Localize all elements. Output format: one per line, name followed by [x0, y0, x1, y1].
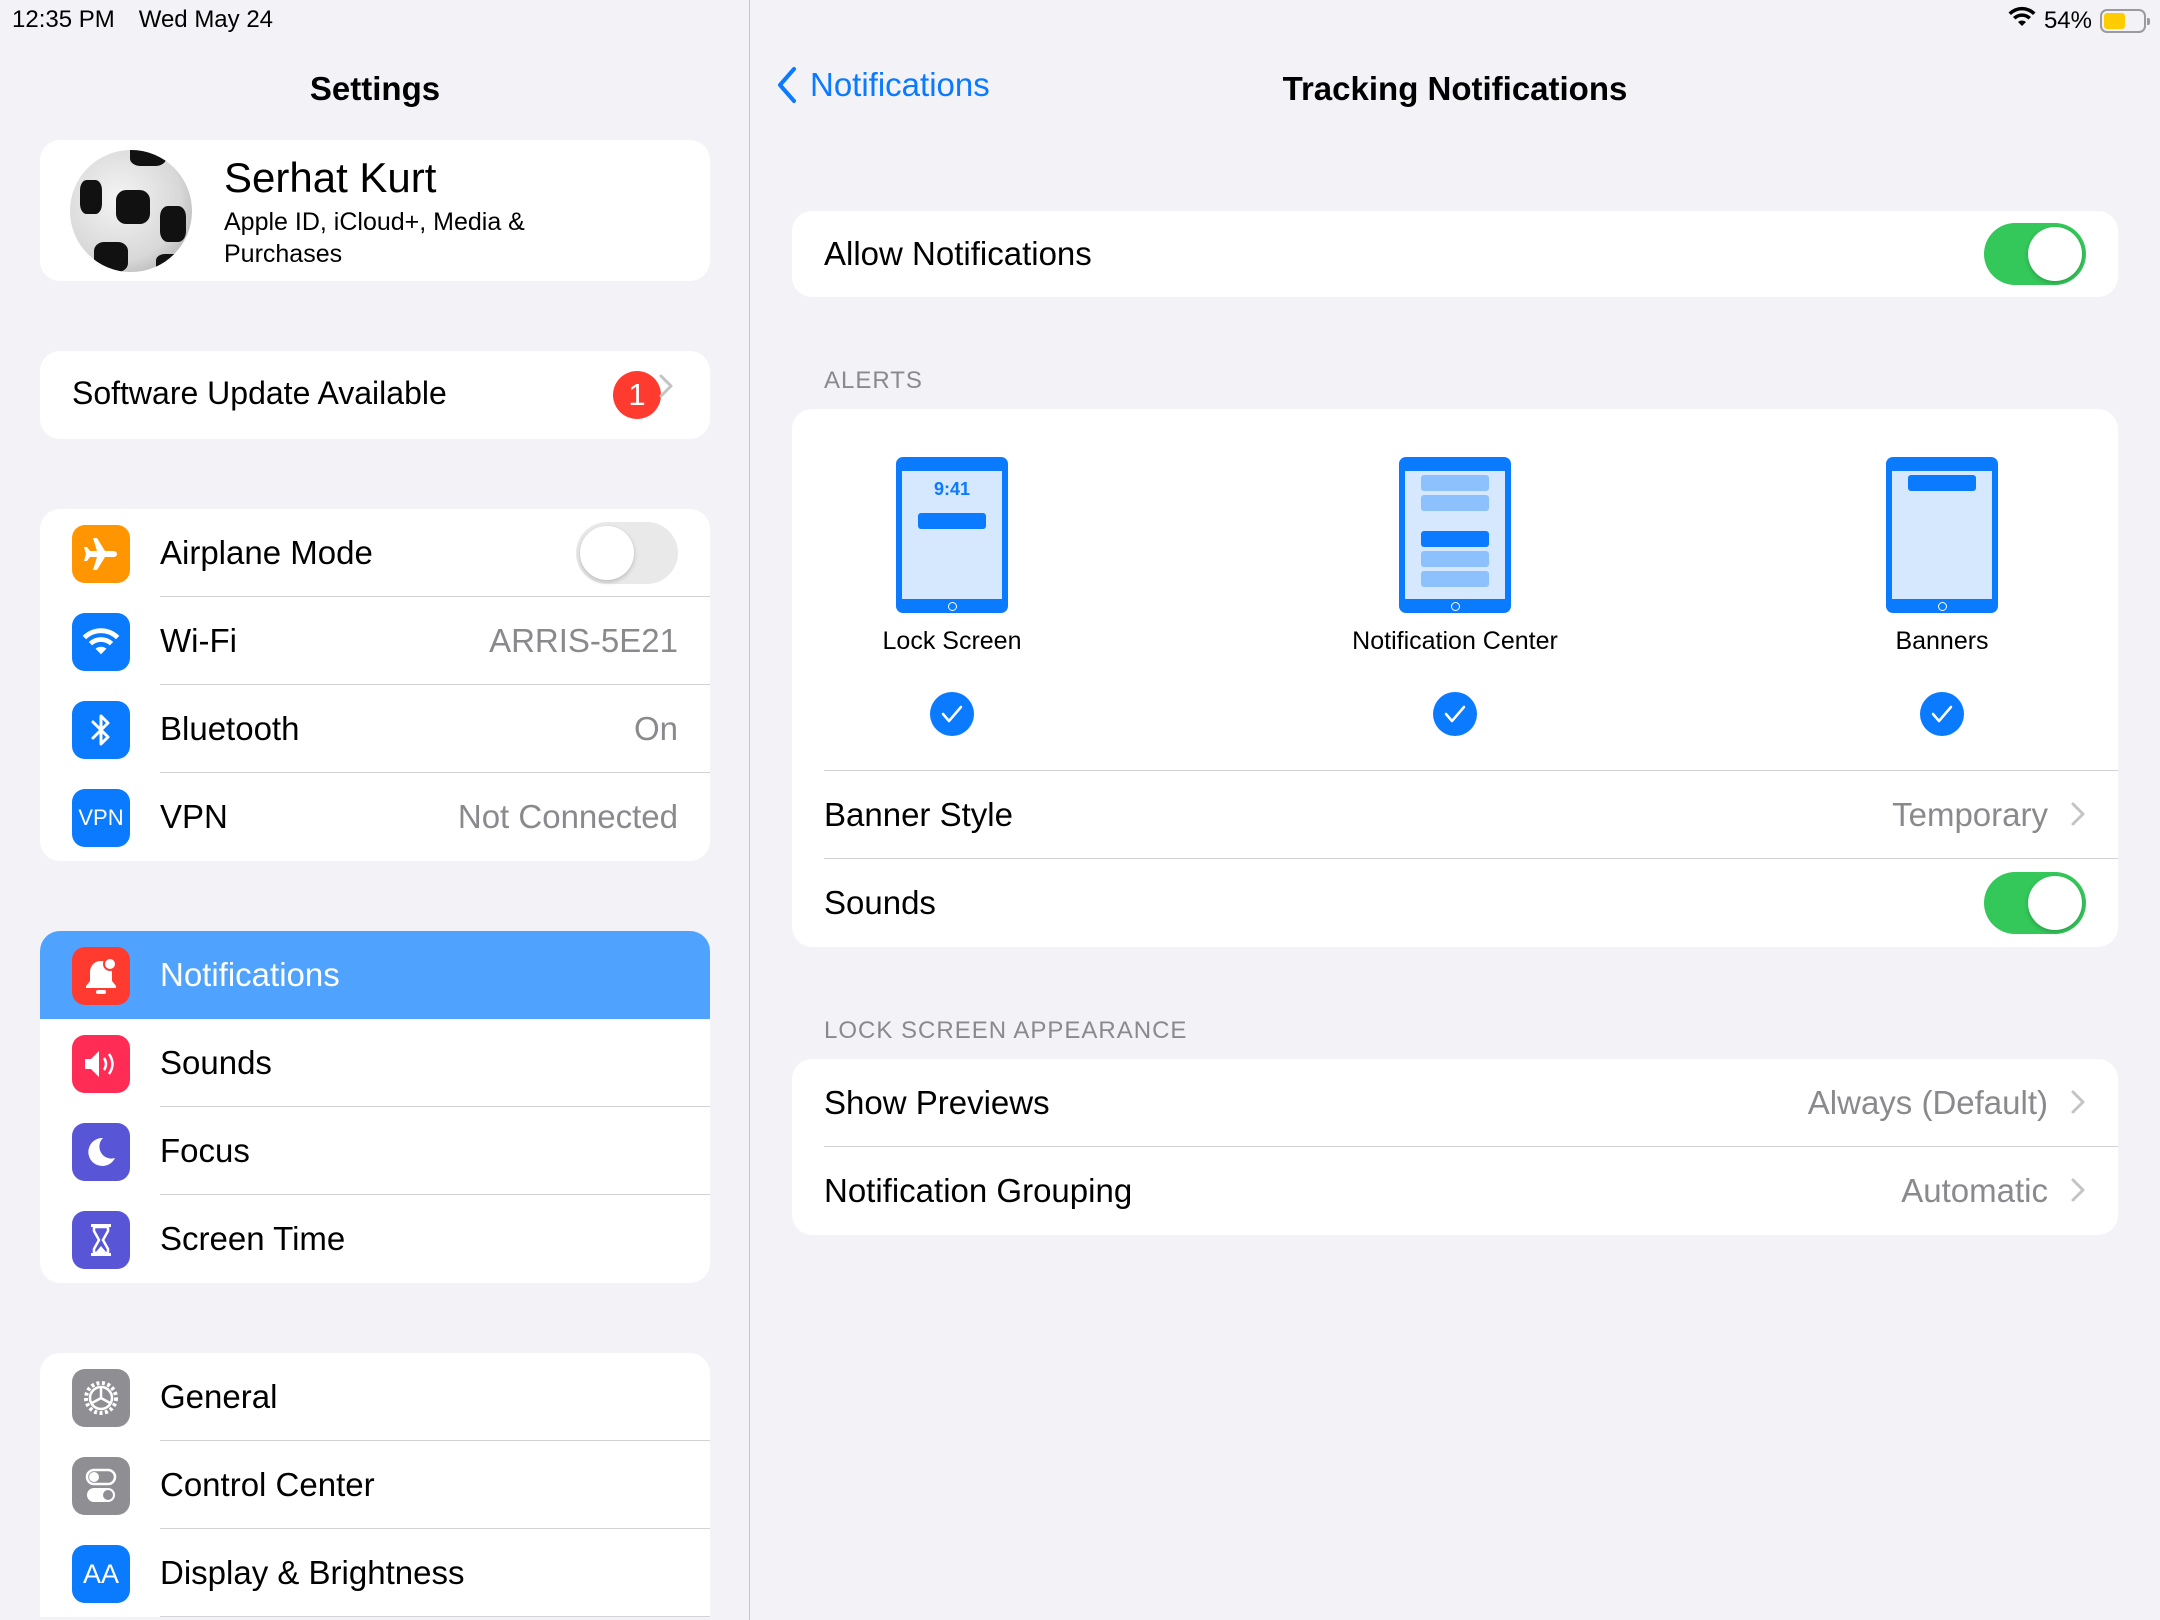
notification-grouping-label: Notification Grouping — [824, 1172, 1133, 1209]
moon-icon — [72, 1123, 130, 1181]
battery-percent: 54% — [2043, 6, 2092, 34]
sidebar-item-notifications[interactable]: Notifications — [40, 931, 710, 1019]
sidebar-item-control-center[interactable]: Control Center — [40, 1441, 710, 1529]
checkmark-icon[interactable] — [1920, 692, 1964, 736]
alert-option-label: Notification Center — [1352, 627, 1558, 655]
chevron-left-icon — [778, 67, 796, 103]
banner-style-row[interactable]: Banner Style Temporary — [792, 771, 2118, 859]
sidebar-item-display-brightness[interactable]: AA Display & Brightness — [40, 1529, 710, 1617]
notifications-group: Notifications Sounds Focus Screen Time — [40, 931, 710, 1283]
notification-grouping-value: Automatic — [1901, 1172, 2048, 1209]
sidebar-item-label: Display & Brightness — [160, 1554, 465, 1591]
general-group: General Control Center AA Display & Brig… — [40, 1353, 710, 1617]
alerts-card: 9:41 Lock Screen Notification Center Ban… — [792, 409, 2118, 947]
lock-screen-appearance-card: Show Previews Always (Default) Notificat… — [792, 1059, 2118, 1235]
sidebar-item-label: Focus — [160, 1132, 250, 1169]
switches-icon — [72, 1457, 130, 1515]
page-title: Tracking Notifications — [1282, 70, 1628, 107]
allow-notifications-card: Allow Notifications — [792, 211, 2118, 297]
bluetooth-icon — [72, 701, 130, 759]
vpn-status-value: Not Connected — [457, 798, 678, 835]
sidebar-item-label: General — [160, 1378, 278, 1415]
hourglass-icon — [72, 1211, 130, 1269]
sidebar-item-bluetooth[interactable]: Bluetooth On — [40, 685, 710, 773]
sounds-toggle[interactable] — [1984, 872, 2086, 934]
banner-style-label: Banner Style — [824, 796, 1013, 833]
allow-notifications-label: Allow Notifications — [824, 235, 1092, 272]
sidebar-item-label: Screen Time — [160, 1220, 346, 1257]
banners-preview-icon — [1886, 457, 1998, 613]
sidebar-item-label: Control Center — [160, 1466, 375, 1503]
sidebar-item-label: Sounds — [160, 1044, 272, 1081]
profile-name: Serhat Kurt — [224, 154, 437, 201]
lock-screen-preview-time: 9:41 — [933, 479, 971, 499]
checkmark-icon[interactable] — [930, 692, 974, 736]
alert-option-banners[interactable]: Banners — [1792, 409, 2092, 736]
airplane-icon — [72, 525, 130, 583]
speaker-icon — [72, 1035, 130, 1093]
chevron-right-icon — [2070, 801, 2086, 835]
show-previews-value: Always (Default) — [1807, 1084, 2048, 1121]
sidebar-title: Settings — [309, 70, 441, 107]
sidebar-item-label: VPN — [160, 798, 228, 835]
alerts-section-header: ALERTS — [824, 367, 923, 394]
sidebar-item-label: Airplane Mode — [160, 534, 373, 571]
avatar — [70, 150, 192, 272]
show-previews-label: Show Previews — [824, 1084, 1050, 1121]
update-badge: 1 — [613, 371, 661, 419]
battery-level-fill — [2104, 12, 2125, 29]
status-bar-right: 54% — [2008, 6, 2150, 35]
wifi-status-icon — [2008, 6, 2036, 35]
wifi-icon — [72, 613, 130, 671]
wifi-network-value: ARRIS-5E21 — [489, 622, 678, 659]
sidebar-item-label: Bluetooth — [160, 710, 300, 747]
vpn-icon: VPN — [72, 789, 130, 847]
alert-option-label: Banners — [1895, 627, 1989, 655]
apple-id-profile[interactable]: Serhat Kurt Apple ID, iCloud+, Media & P… — [40, 140, 710, 281]
sidebar-item-label: Wi-Fi — [160, 622, 237, 659]
sidebar-item-general[interactable]: General — [40, 1353, 710, 1441]
allow-notifications-row: Allow Notifications — [792, 211, 2118, 297]
chevron-right-icon — [658, 373, 674, 407]
sidebar-item-sounds[interactable]: Sounds — [40, 1019, 710, 1107]
alert-option-notification-center[interactable]: Notification Center — [1305, 409, 1605, 736]
allow-notifications-toggle[interactable] — [1984, 223, 2086, 285]
sidebar-item-vpn[interactable]: VPN VPN Not Connected — [40, 773, 710, 861]
back-button[interactable]: Notifications — [776, 66, 990, 104]
show-previews-row[interactable]: Show Previews Always (Default) — [792, 1059, 2118, 1147]
back-button-label: Notifications — [810, 66, 990, 103]
airplane-mode-toggle[interactable] — [576, 522, 678, 584]
sounds-label: Sounds — [824, 884, 936, 921]
sidebar-item-wifi[interactable]: Wi-Fi ARRIS-5E21 — [40, 597, 710, 685]
battery-icon — [2100, 8, 2150, 33]
alert-option-label: Lock Screen — [882, 627, 1022, 655]
sidebar-item-label: Notifications — [160, 956, 340, 993]
row-divider — [160, 1615, 710, 1617]
chevron-right-icon — [2070, 1177, 2086, 1211]
sidebar-item-screen-time[interactable]: Screen Time — [40, 1195, 710, 1283]
text-size-icon: AA — [72, 1545, 130, 1603]
bluetooth-status-value: On — [633, 710, 678, 747]
settings-sidebar: Settings Serhat Kurt Apple ID, iCloud+, … — [0, 0, 750, 1620]
sidebar-item-focus[interactable]: Focus — [40, 1107, 710, 1195]
sidebar-item-airplane-mode[interactable]: Airplane Mode — [40, 509, 710, 597]
software-update-label: Software Update Available — [72, 375, 447, 411]
bell-icon — [72, 947, 130, 1005]
notification-grouping-row[interactable]: Notification Grouping Automatic — [792, 1147, 2118, 1235]
software-update-row[interactable]: Software Update Available 1 — [40, 351, 710, 439]
connectivity-group: Airplane Mode Wi-Fi ARRIS-5E21 Bluetooth… — [40, 509, 710, 861]
alert-style-options: 9:41 Lock Screen Notification Center Ban… — [792, 409, 2118, 771]
alert-option-lock-screen[interactable]: 9:41 Lock Screen — [802, 409, 1102, 736]
sounds-row: Sounds — [792, 859, 2118, 947]
checkmark-icon[interactable] — [1433, 692, 1477, 736]
banner-style-value: Temporary — [1892, 796, 2048, 833]
lock-screen-preview-icon: 9:41 — [896, 457, 1008, 613]
profile-subtitle: Apple ID, iCloud+, Media & Purchases — [224, 208, 525, 268]
notification-center-preview-icon — [1399, 457, 1511, 613]
chevron-right-icon — [2070, 1089, 2086, 1123]
gear-icon — [72, 1369, 130, 1427]
lock-screen-appearance-header: LOCK SCREEN APPEARANCE — [824, 1017, 1188, 1044]
